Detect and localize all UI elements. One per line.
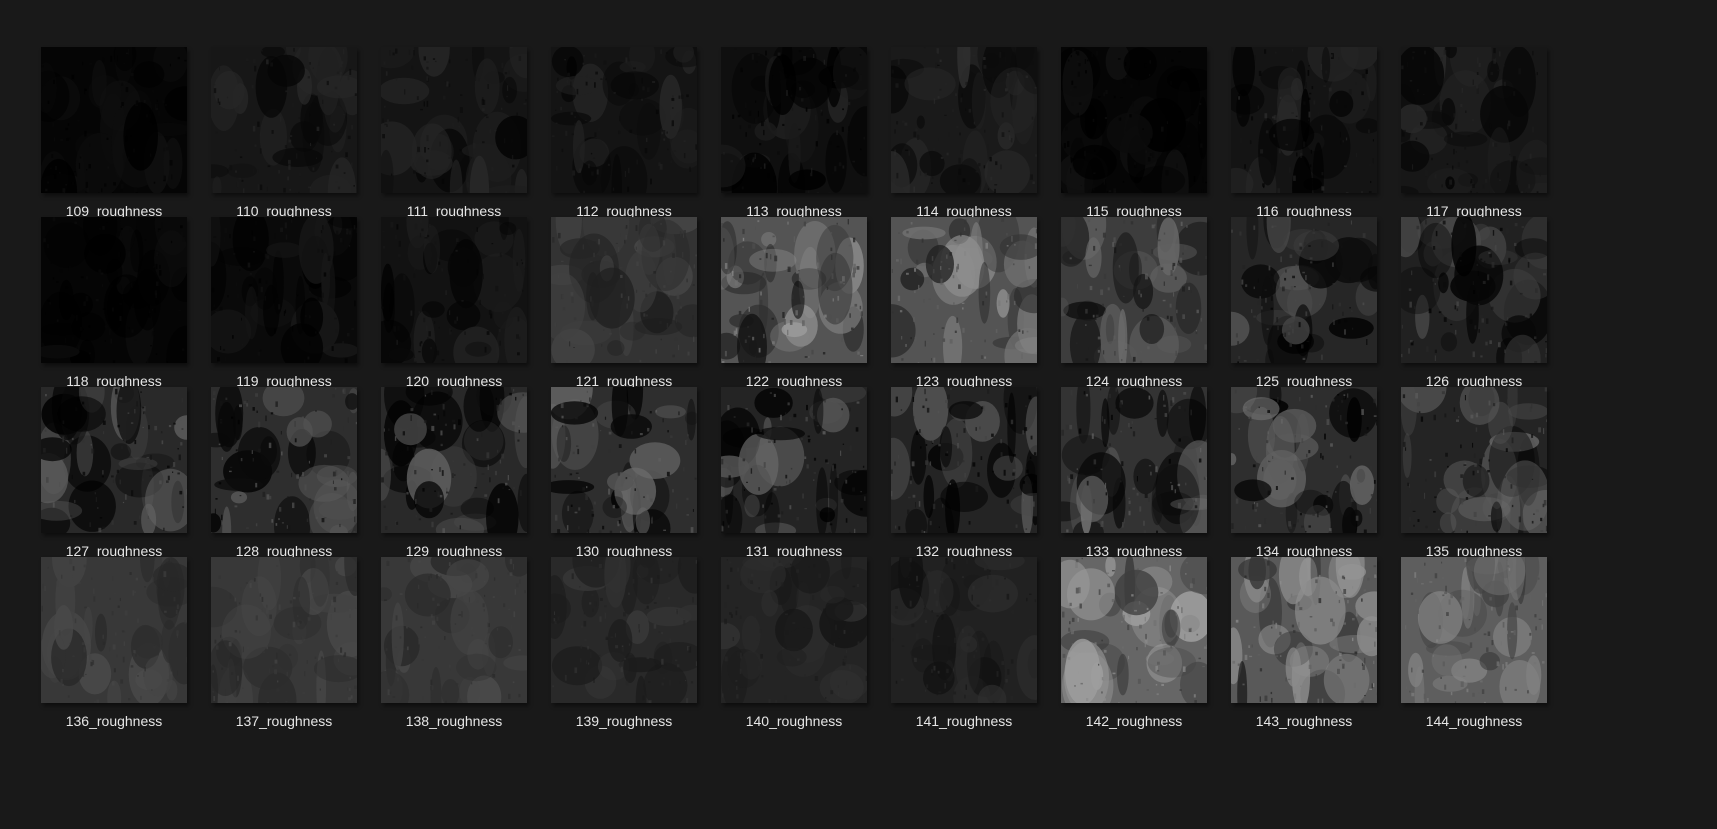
file-name-label: 143_roughness: [1255, 713, 1353, 729]
file-thumbnail: [1061, 217, 1207, 363]
file-name-label: 140_roughness: [745, 713, 843, 729]
file-name-label: 137_roughness: [235, 713, 333, 729]
file-thumbnail: [1231, 387, 1377, 533]
file-thumbnail: [41, 557, 187, 703]
file-grid: 109_roughness 110_roughness 111_roughness 1…: [0, 0, 1717, 829]
file-thumbnail: [1231, 217, 1377, 363]
file-thumbnail: [381, 557, 527, 703]
file-thumbnail: [211, 557, 357, 703]
file-thumbnail: [891, 47, 1037, 193]
file-name-label: 139_roughness: [575, 713, 673, 729]
file-thumbnail: [891, 557, 1037, 703]
file-item[interactable]: 144_roughness: [1401, 557, 1587, 743]
file-item[interactable]: 126_roughness: [1401, 217, 1587, 403]
file-thumbnail: [381, 387, 527, 533]
file-thumbnail: [1401, 387, 1547, 533]
file-thumbnail: [1231, 47, 1377, 193]
file-thumbnail: [41, 387, 187, 533]
file-thumbnail: [381, 47, 527, 193]
file-thumbnail: [381, 217, 527, 363]
file-thumbnail: [41, 217, 187, 363]
file-thumbnail: [551, 217, 697, 363]
file-thumbnail: [1231, 557, 1377, 703]
file-thumbnail: [891, 217, 1037, 363]
file-thumbnail: [891, 387, 1037, 533]
file-thumbnail: [551, 557, 697, 703]
file-thumbnail: [1061, 557, 1207, 703]
file-thumbnail: [721, 557, 867, 703]
file-thumbnail: [211, 387, 357, 533]
file-name-label: 138_roughness: [405, 713, 503, 729]
file-thumbnail: [551, 47, 697, 193]
file-name-label: 144_roughness: [1425, 713, 1523, 729]
file-thumbnail: [721, 47, 867, 193]
file-item[interactable]: 135_roughness: [1401, 387, 1587, 573]
file-thumbnail: [211, 217, 357, 363]
file-thumbnail: [551, 387, 697, 533]
file-name-label: 136_roughness: [65, 713, 163, 729]
file-name-label: 142_roughness: [1085, 713, 1183, 729]
file-thumbnail: [211, 47, 357, 193]
file-thumbnail: [721, 217, 867, 363]
file-thumbnail: [721, 387, 867, 533]
file-thumbnail: [1401, 217, 1547, 363]
file-thumbnail: [1401, 557, 1547, 703]
file-thumbnail: [41, 47, 187, 193]
file-thumbnail: [1061, 47, 1207, 193]
file-item[interactable]: 117_roughness: [1401, 47, 1587, 233]
file-thumbnail: [1061, 387, 1207, 533]
file-thumbnail: [1401, 47, 1547, 193]
file-name-label: 141_roughness: [915, 713, 1013, 729]
